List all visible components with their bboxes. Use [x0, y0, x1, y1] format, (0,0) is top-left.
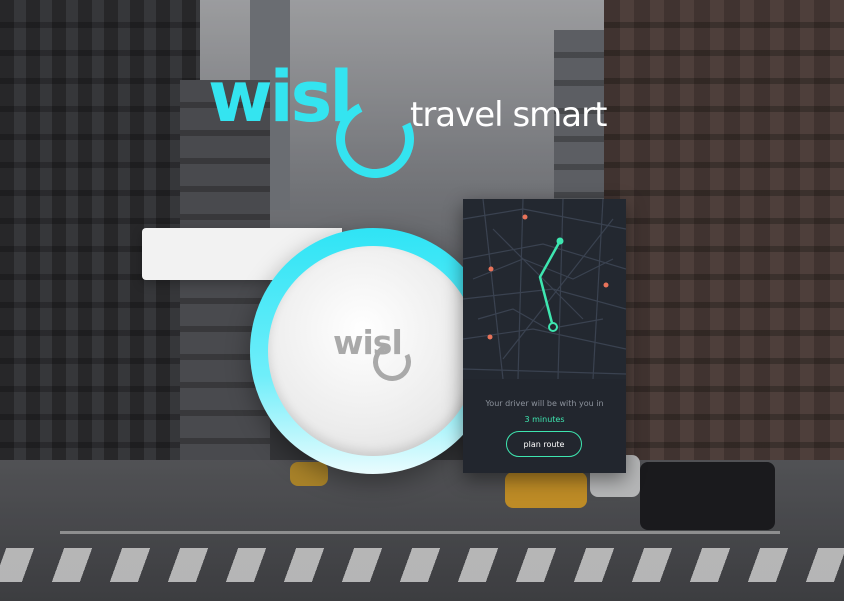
driver-marker — [556, 237, 564, 245]
poi-marker — [488, 266, 494, 272]
poi-marker — [487, 334, 493, 340]
route-map — [463, 199, 626, 379]
plan-route-button[interactable]: plan route — [506, 431, 582, 457]
brand-logo: wisl — [208, 56, 425, 198]
tagline: travel smart — [410, 95, 607, 135]
phone-screen: Your driver will be with you in 3 minute… — [463, 199, 626, 473]
logo-text: wisl — [208, 56, 353, 138]
poi-marker — [603, 282, 609, 288]
eta-text: 3 minutes — [524, 415, 565, 424]
driver-message: Your driver will be with you in — [485, 399, 604, 408]
poi-marker — [522, 214, 528, 220]
pickup-marker — [548, 322, 558, 332]
